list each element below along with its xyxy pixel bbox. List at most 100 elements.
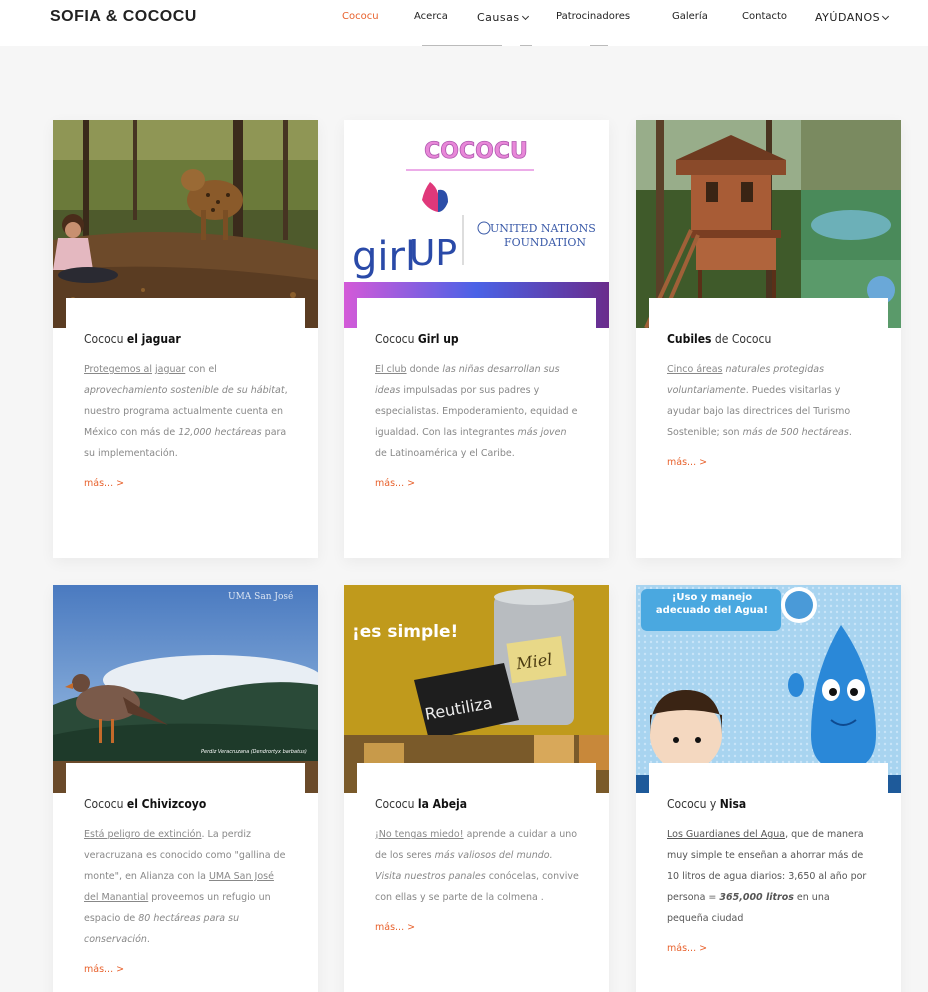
more-label: más... — [375, 922, 405, 933]
card-image — [53, 120, 318, 328]
title-bold: Nisa — [719, 797, 747, 811]
card-content: Cococu Girl up El club donde las niñas d… — [357, 298, 596, 558]
treehouse-cabin-photo — [636, 120, 901, 328]
card-content: Cococu el jaguar Protegemos al jaguar co… — [66, 298, 305, 558]
un-logo-line1: UNITED NATIONS — [490, 222, 596, 235]
description-segment: . — [146, 934, 150, 945]
card-image: ¡Uso y manejo adecuado del Agua! — [636, 585, 901, 793]
more-label: más... — [667, 943, 697, 954]
image-headline: ¡Uso y manejo adecuado del Agua! — [655, 592, 769, 616]
card-title[interactable]: Cococu el Chivizcoyo — [84, 796, 305, 812]
description-segment[interactable]: Los Guardianes del Agua — [667, 829, 785, 840]
card-description: Protegemos al jaguar con el aprovechamie… — [84, 359, 289, 464]
cococu-girl-up-logo: COCOCU girl UP UNITED NATIONS FOUNDATION — [344, 120, 609, 328]
chevron-down-icon — [521, 12, 529, 21]
description-segment: 12,000 hectáreas — [178, 427, 262, 438]
more-link[interactable]: más... > — [84, 964, 305, 975]
card-abeja: ¡es simple! Miel Reutiliza Cococu la Abe… — [344, 585, 609, 992]
description-segment: 365,000 litros — [719, 892, 794, 903]
title-pre: Cococu — [375, 797, 418, 811]
image-caption: Perdiz Veracruzana (Dendrortyx barbatus) — [201, 749, 307, 755]
more-link[interactable]: más... > — [375, 922, 596, 933]
more-label: más... — [84, 964, 114, 975]
girl-and-jaguar-photo — [53, 120, 318, 328]
card-content: Cubiles de Cococu Cinco áreas naturales … — [649, 298, 888, 558]
image-watermark: UMA San José — [228, 591, 293, 602]
description-segment: . — [848, 427, 852, 438]
card-title[interactable]: Cococu la Abeja — [375, 796, 596, 812]
description-segment: aprovechamiento sostenible de su hábitat — [84, 385, 285, 396]
description-segment[interactable]: Protegemos al — [84, 364, 152, 375]
description-segment[interactable]: ¡No tengas miedo! — [375, 829, 464, 840]
chevron-right-icon: > — [116, 964, 125, 975]
card-image: COCOCU girl UP UNITED NATIONS FOUNDATION — [344, 120, 609, 328]
description-segment[interactable]: jaguar — [155, 364, 185, 375]
more-link[interactable]: más... > — [375, 478, 596, 489]
chevron-right-icon: > — [699, 457, 708, 468]
description-segment[interactable]: Está peligro de extinción — [84, 829, 202, 840]
honey-jar-photo: ¡es simple! Miel Reutiliza — [344, 585, 609, 793]
nav-cococu[interactable]: Cococu — [342, 11, 379, 22]
title-bold: la Abeja — [417, 797, 468, 811]
nav-ayudanos[interactable]: AYÚDANOS — [815, 11, 890, 24]
card-jaguar: Cococu el jaguar Protegemos al jaguar co… — [53, 120, 318, 558]
card-description: El club donde las niñas desarrollan sus … — [375, 359, 580, 464]
card-title[interactable]: Cococu y Nisa — [667, 796, 888, 812]
card-content: Cococu la Abeja ¡No tengas miedo! aprend… — [357, 763, 596, 992]
description-segment: donde — [406, 364, 443, 375]
un-logo-line2: FOUNDATION — [504, 236, 586, 249]
card-title[interactable]: Cococu el jaguar — [84, 331, 305, 347]
chevron-right-icon: > — [699, 943, 708, 954]
card-content: Cococu y Nisa Los Guardianes del Agua, q… — [649, 763, 888, 992]
description-segment: más de 500 hectáreas — [742, 427, 849, 438]
card-description: Está peligro de extinción. La perdiz ver… — [84, 824, 289, 950]
nav-acerca[interactable]: Acerca — [414, 11, 448, 22]
title-pre: Cococu — [84, 332, 127, 346]
title-bold: Cubiles — [667, 332, 712, 346]
title-post: de Cococu — [711, 332, 772, 346]
card-image: UMA San José Perdiz Veracruzana (Dendror… — [53, 585, 318, 793]
partially-hidden-text — [420, 42, 610, 50]
nav-causas[interactable]: Causas — [477, 11, 529, 24]
main-nav: Cococu Acerca Causas Patrocinadores Gale… — [0, 11, 928, 25]
more-link[interactable]: más... > — [667, 457, 888, 468]
cococu-logo-text: COCOCU — [424, 139, 528, 164]
up-logo-text: UP — [409, 233, 457, 274]
card-description: ¡No tengas miedo! aprende a cuidar a uno… — [375, 824, 580, 908]
chevron-right-icon: > — [407, 922, 416, 933]
chevron-right-icon: > — [407, 478, 416, 489]
more-label: más... — [667, 457, 697, 468]
card-image: ¡es simple! Miel Reutiliza — [344, 585, 609, 793]
card-title[interactable]: Cococu Girl up — [375, 331, 596, 347]
site-header: SOFIA & COCOCU Cococu Acerca Causas Patr… — [0, 0, 928, 46]
description-segment[interactable]: Cinco áreas — [667, 364, 722, 375]
more-link[interactable]: más... > — [667, 943, 888, 954]
card-description: Los Guardianes del Agua, que de manera m… — [667, 824, 872, 929]
title-bold: el jaguar — [126, 332, 181, 346]
card-girl-up: COCOCU girl UP UNITED NATIONS FOUNDATION… — [344, 120, 609, 558]
chevron-right-icon: > — [116, 478, 125, 489]
partridge-mountain-photo: UMA San José Perdiz Veracruzana (Dendror… — [53, 585, 318, 793]
card-title[interactable]: Cubiles de Cococu — [667, 331, 888, 347]
card-cubiles: Cubiles de Cococu Cinco áreas naturales … — [636, 120, 901, 558]
title-pre: Cococu y — [667, 797, 720, 811]
description-segment[interactable]: El club — [375, 364, 407, 375]
description-segment: de Latinoamérica y el Caribe. — [375, 448, 515, 459]
water-drop-cartoon: ¡Uso y manejo adecuado del Agua! — [636, 585, 901, 793]
card-chivizcoyo: UMA San José Perdiz Veracruzana (Dendror… — [53, 585, 318, 992]
nav-ayudanos-label: AYÚDANOS — [815, 11, 881, 24]
nav-causas-label: Causas — [477, 11, 520, 24]
more-link[interactable]: más... > — [84, 478, 305, 489]
nav-patrocinadores[interactable]: Patrocinadores — [556, 11, 630, 22]
more-label: más... — [375, 478, 405, 489]
girl-logo-text: girl — [352, 234, 416, 280]
title-pre: Cococu — [375, 332, 418, 346]
nav-galeria[interactable]: Galería — [672, 11, 708, 22]
image-headline: ¡es simple! — [352, 622, 458, 642]
chevron-down-icon — [882, 12, 890, 21]
nav-contacto[interactable]: Contacto — [742, 11, 787, 22]
card-content: Cococu el Chivizcoyo Está peligro de ext… — [66, 763, 305, 992]
card-image — [636, 120, 901, 328]
description-segment: con el — [185, 364, 217, 375]
title-bold: Girl up — [417, 332, 459, 346]
